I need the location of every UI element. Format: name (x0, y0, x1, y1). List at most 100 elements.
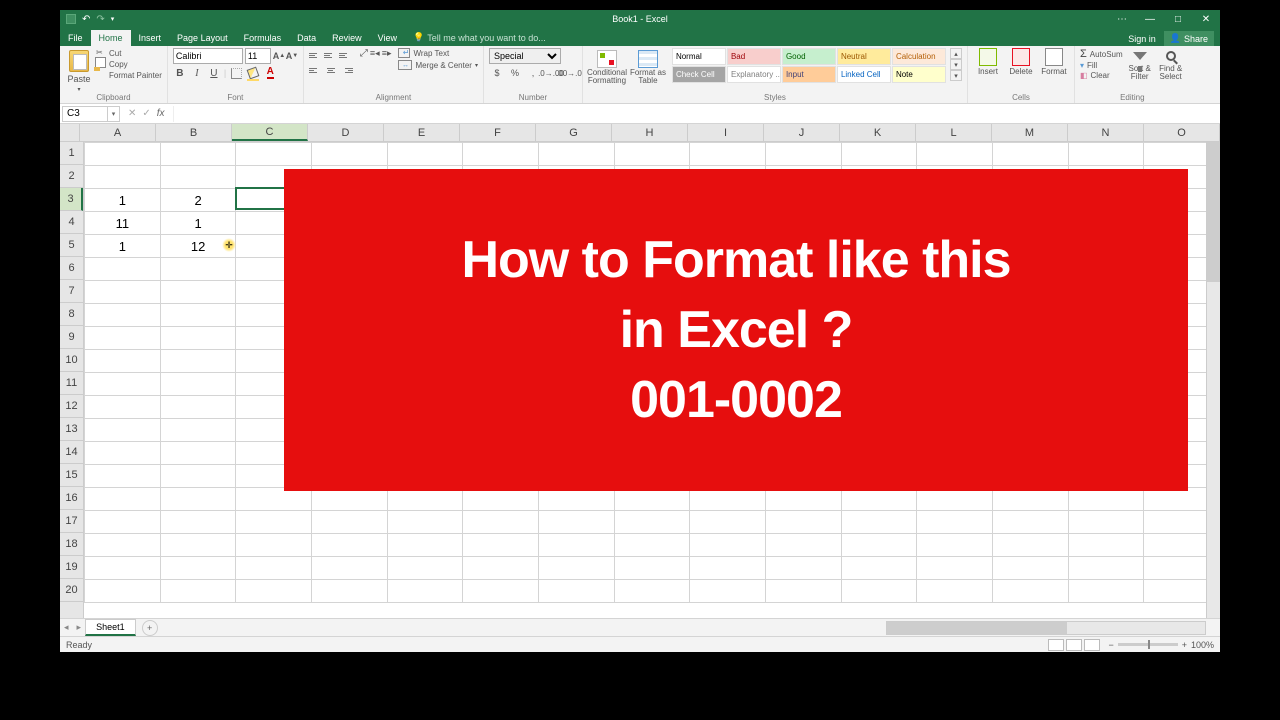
copy-button[interactable]: Copy (96, 59, 162, 69)
cell[interactable] (312, 580, 388, 603)
cell-style-option[interactable]: Note (892, 66, 946, 83)
cell[interactable] (85, 304, 161, 327)
cell[interactable] (766, 534, 842, 557)
cell[interactable] (236, 534, 312, 557)
cell[interactable] (160, 143, 236, 166)
cell-style-option[interactable]: Linked Cell (837, 66, 891, 83)
cell[interactable] (463, 557, 539, 580)
column-header[interactable]: O (1144, 124, 1220, 141)
cell[interactable] (766, 511, 842, 534)
cell[interactable] (160, 304, 236, 327)
cell[interactable] (690, 143, 766, 166)
cell[interactable]: 1 (85, 189, 161, 212)
page-layout-view-button[interactable] (1066, 639, 1082, 651)
zoom-level[interactable]: 100% (1191, 640, 1214, 650)
bold-button[interactable]: B (173, 66, 187, 80)
column-header[interactable]: M (992, 124, 1068, 141)
cell[interactable] (160, 281, 236, 304)
tab-insert[interactable]: Insert (131, 30, 170, 46)
cell[interactable] (160, 534, 236, 557)
column-header[interactable]: J (764, 124, 840, 141)
cell[interactable] (1068, 143, 1144, 166)
zoom-in-button[interactable]: + (1182, 640, 1187, 650)
align-left-button[interactable] (309, 63, 323, 77)
row-header[interactable]: 13 (60, 418, 83, 441)
cell[interactable] (85, 419, 161, 442)
cell[interactable] (841, 511, 917, 534)
cell-styles-gallery[interactable]: NormalBadGoodNeutralCalculationCheck Cel… (672, 48, 946, 93)
sheet-nav-prev[interactable]: ◂ (60, 622, 73, 633)
close-button[interactable]: ✕ (1192, 10, 1220, 28)
cell[interactable] (160, 396, 236, 419)
cell[interactable] (160, 373, 236, 396)
cell-style-option[interactable]: Normal (672, 48, 726, 65)
cell[interactable] (160, 580, 236, 603)
cell[interactable] (312, 511, 388, 534)
horizontal-scrollbar[interactable] (886, 621, 1206, 635)
fill-button[interactable]: ▾Fill (1080, 61, 1123, 70)
cell[interactable] (85, 511, 161, 534)
cell[interactable] (993, 143, 1069, 166)
cell[interactable] (993, 511, 1069, 534)
align-top-button[interactable] (309, 48, 323, 62)
sort-filter-button[interactable]: Sort & Filter (1126, 48, 1154, 93)
cell[interactable] (160, 465, 236, 488)
row-header[interactable]: 7 (60, 280, 83, 303)
name-box[interactable]: C3 (62, 106, 108, 122)
border-button[interactable] (229, 66, 243, 80)
cell[interactable] (1068, 580, 1144, 603)
cell[interactable] (160, 419, 236, 442)
cell[interactable] (993, 580, 1069, 603)
cell[interactable]: 11 (85, 212, 161, 235)
cell[interactable] (463, 534, 539, 557)
sheet-tab-active[interactable]: Sheet1 (85, 619, 136, 636)
cell[interactable] (387, 143, 463, 166)
qat-dropdown-icon[interactable]: ▾ (111, 15, 115, 23)
undo-icon[interactable]: ↶ (82, 14, 90, 25)
tab-formulas[interactable]: Formulas (236, 30, 290, 46)
cell-style-option[interactable]: Input (782, 66, 836, 83)
tell-me-search[interactable]: 💡 Tell me what you want to do... (405, 29, 554, 46)
column-header[interactable]: K (840, 124, 916, 141)
name-box-dropdown[interactable]: ▾ (108, 106, 120, 122)
cell[interactable] (85, 534, 161, 557)
tab-data[interactable]: Data (289, 30, 324, 46)
column-header[interactable]: I (688, 124, 764, 141)
italic-button[interactable]: I (190, 66, 204, 80)
cell[interactable] (539, 511, 615, 534)
delete-cells-button[interactable]: Delete (1006, 48, 1036, 93)
decrease-decimal-button[interactable]: .00→.0 (561, 66, 577, 80)
cell[interactable] (993, 557, 1069, 580)
column-header[interactable]: E (384, 124, 460, 141)
column-header[interactable]: A (80, 124, 156, 141)
cancel-formula-button[interactable]: ✕ (128, 108, 136, 119)
tab-review[interactable]: Review (324, 30, 370, 46)
cell[interactable] (236, 557, 312, 580)
tab-view[interactable]: View (370, 30, 405, 46)
cell[interactable]: 1 (160, 212, 236, 235)
insert-function-button[interactable]: fx (157, 108, 165, 119)
tab-file[interactable]: File (60, 30, 91, 46)
cell[interactable] (539, 143, 615, 166)
cell[interactable] (917, 557, 993, 580)
font-size-select[interactable] (245, 48, 271, 64)
tab-home[interactable]: Home (91, 30, 131, 46)
cell[interactable] (1068, 557, 1144, 580)
cell[interactable] (766, 143, 842, 166)
cell[interactable] (841, 580, 917, 603)
increase-font-button[interactable]: A▲ (273, 49, 285, 63)
font-color-button[interactable]: A (263, 66, 277, 80)
cell[interactable] (85, 557, 161, 580)
cell[interactable] (766, 580, 842, 603)
cell[interactable] (312, 534, 388, 557)
vertical-scrollbar[interactable] (1206, 142, 1220, 618)
cell[interactable] (160, 557, 236, 580)
column-header[interactable]: F (460, 124, 536, 141)
merge-center-button[interactable]: ↔Merge & Center▾ (398, 60, 477, 70)
row-header[interactable]: 4 (60, 211, 83, 234)
cell[interactable] (917, 143, 993, 166)
cell[interactable] (85, 258, 161, 281)
cell-style-option[interactable]: Calculation (892, 48, 946, 65)
cell[interactable] (1068, 511, 1144, 534)
cell[interactable]: 1 (85, 235, 161, 258)
